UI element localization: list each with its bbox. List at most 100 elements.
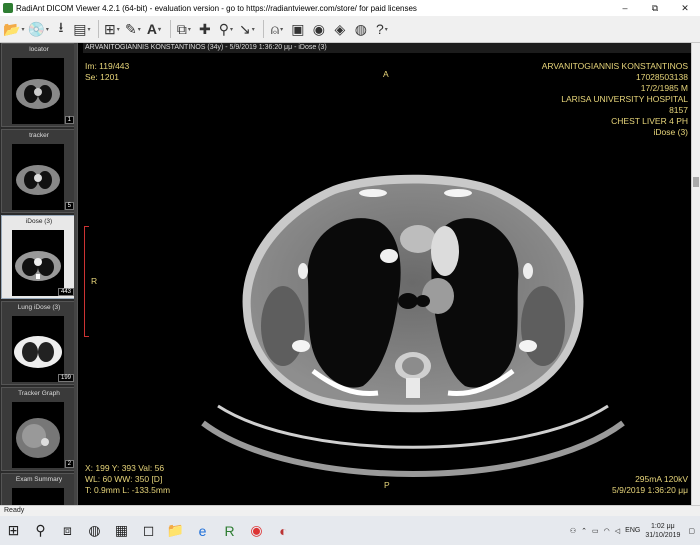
cursor-value: X: 199 Y: 393 Val: 56 bbox=[85, 463, 165, 473]
maximize-button[interactable]: ⧉ bbox=[640, 0, 670, 16]
orientation-right: R bbox=[91, 276, 98, 286]
orientation-anterior: A bbox=[383, 69, 389, 79]
screenshot-icon[interactable]: ▣ bbox=[289, 18, 307, 40]
title-bar: RadiAnt DICOM Viewer 4.2.1 (64-bit) - ev… bbox=[0, 0, 700, 16]
language-indicator[interactable]: ENG bbox=[625, 527, 640, 534]
open-folder-icon[interactable]: 📂 ▾ bbox=[3, 18, 24, 40]
series-number: Se: 1201 bbox=[85, 72, 120, 82]
series-label: iDose (3) bbox=[25, 218, 53, 225]
notification-icon[interactable]: ▢ bbox=[688, 527, 695, 535]
app-icon[interactable]: ◍ bbox=[81, 516, 108, 545]
toolbar-separator bbox=[97, 20, 99, 38]
task-view-icon[interactable]: ⧈ bbox=[54, 516, 81, 545]
crosshair-icon[interactable]: ✚ bbox=[196, 18, 214, 40]
text-icon[interactable]: A ▾ bbox=[145, 18, 163, 40]
search-icon[interactable]: ⚲ bbox=[27, 516, 54, 545]
overlay-bottom-left: X: 199 Y: 393 Val: 56 WL: 60 WW: 350 [D]… bbox=[85, 463, 170, 496]
radiant-app-icon bbox=[3, 3, 13, 13]
patient-name: ARVANITOGIANNIS KONSTANTINOS bbox=[541, 61, 688, 71]
status-bar: Ready bbox=[0, 505, 700, 516]
series-thumbnail[interactable]: tracker 5 bbox=[1, 129, 77, 213]
window-level: WL: 60 WW: 350 [D] bbox=[85, 474, 163, 484]
file-explorer-icon[interactable]: 📁 bbox=[162, 516, 189, 545]
minimize-button[interactable]: – bbox=[610, 0, 640, 16]
image-count-badge: 2 bbox=[64, 460, 74, 468]
overlay-bottom-right: 295mA 120kV 5/9/2019 1:36:20 μμ bbox=[612, 474, 688, 496]
series-label: Exam Summary bbox=[15, 476, 63, 483]
toolbar-separator bbox=[169, 20, 171, 38]
overlay-top-right: ARVANITOGIANNIS KONSTANTINOS 17028503138… bbox=[542, 61, 688, 138]
accession-number: 8157 bbox=[669, 105, 688, 115]
mpr-icon[interactable]: ◉ bbox=[310, 18, 328, 40]
edge-icon[interactable]: e bbox=[189, 516, 216, 545]
image-count-badge: 199 bbox=[57, 374, 74, 382]
clock-time: 1:02 μμ bbox=[651, 522, 675, 530]
series-label: tracker bbox=[29, 132, 49, 139]
image-number: Im: 119/443 bbox=[85, 61, 130, 71]
series-thumbnail[interactable]: Tracker Graph 2 bbox=[1, 387, 77, 471]
series-thumbnail[interactable]: Exam Summary bbox=[1, 473, 77, 505]
series-preview-image bbox=[12, 58, 64, 124]
app-icon[interactable]: ◐ bbox=[270, 516, 297, 545]
series-preview-image bbox=[12, 402, 64, 468]
study-description: CHEST LIVER 4 PH bbox=[611, 116, 688, 126]
window-title: RadiAnt DICOM Viewer 4.2.1 (64-bit) - ev… bbox=[16, 3, 417, 13]
series-thumbnail[interactable]: Lung iDose (3) 199 bbox=[1, 301, 77, 385]
app-icon[interactable]: ◻ bbox=[135, 516, 162, 545]
ct-image bbox=[201, 174, 625, 477]
series-thumbnail[interactable]: locator 1 bbox=[1, 43, 77, 127]
clock[interactable]: 1:02 μμ 31/10/2019 bbox=[645, 522, 680, 540]
download-icon[interactable]: ⭳ bbox=[52, 18, 70, 40]
radiant-taskbar-icon[interactable]: R bbox=[216, 516, 243, 545]
image-count-badge: 1 bbox=[64, 116, 74, 124]
series-icon[interactable]: ⧉ ▾ bbox=[175, 18, 193, 40]
slice-thickness-location: T: 0.9mm L: -133.5mm bbox=[85, 485, 171, 495]
patient-id: 17028503138 bbox=[635, 72, 688, 82]
cd-icon[interactable]: 💿 ▾ bbox=[27, 18, 48, 40]
series-panel-scrollbar[interactable] bbox=[74, 43, 77, 505]
help-icon[interactable]: ? ▾ bbox=[373, 18, 391, 40]
battery-icon[interactable]: ▭ bbox=[592, 527, 599, 535]
system-tray: ⚇ ⌃ ▭ ◠ ◁ ENG 1:02 μμ 31/10/2019 ▢ bbox=[570, 516, 700, 545]
series-label: Lung iDose (3) bbox=[17, 304, 61, 311]
series-preview-image bbox=[12, 230, 64, 296]
series-thumbnail-active[interactable]: iDose (3) 443 bbox=[1, 215, 77, 299]
institution: LARISA UNIVERSITY HOSPITAL bbox=[561, 94, 688, 104]
people-icon[interactable]: ⚇ bbox=[570, 527, 576, 535]
image-viewer[interactable]: ARVANITOGIANNIS KONSTANTINOS (34y) - 5/9… bbox=[83, 43, 691, 505]
start-icon[interactable]: ⊞ bbox=[0, 516, 27, 545]
image-count-badge: 443 bbox=[57, 288, 74, 296]
series-preview-image bbox=[12, 144, 64, 210]
fusion-icon[interactable]: ◍ bbox=[352, 18, 370, 40]
volume-icon[interactable]: ◁ bbox=[615, 527, 620, 535]
tray-chevron-icon[interactable]: ⌃ bbox=[581, 527, 587, 535]
main-toolbar: 📂 ▾ 💿 ▾ ⭳ ▤ ▾ ⊞ ▾ ✎ ▾ A ▾ ⧉ ▾ ✚ ⚲ ▾ ↘ ▾ ⍝ ▾ ▣ ◉ ◈ … bbox=[0, 16, 700, 43]
clock-date: 31/10/2019 bbox=[645, 531, 681, 539]
series-preview-image bbox=[12, 488, 64, 505]
pen-icon[interactable]: ✎ ▾ bbox=[124, 18, 142, 40]
series-label: Tracker Graph bbox=[18, 390, 60, 397]
viewer-vertical-scrollbar[interactable] bbox=[691, 43, 700, 505]
app-icon[interactable]: ▦ bbox=[108, 516, 135, 545]
scrollbar-thumb[interactable] bbox=[693, 177, 699, 187]
chrome-icon[interactable]: ◉ bbox=[243, 516, 270, 545]
3d-icon[interactable]: ◈ bbox=[331, 18, 349, 40]
close-button[interactable]: ✕ bbox=[670, 0, 700, 16]
reference-icon[interactable]: ⍝ ▾ bbox=[268, 18, 286, 40]
exposure-parameters: 295mA 120kV bbox=[635, 474, 688, 484]
acquisition-datetime: 5/9/2019 1:36:20 μμ bbox=[612, 485, 688, 495]
series-label: locator bbox=[29, 46, 49, 53]
scale-ruler bbox=[84, 226, 89, 337]
save-icon[interactable]: ▤ ▾ bbox=[73, 18, 91, 40]
birth-date-sex: 17/2/1985 M bbox=[640, 83, 688, 93]
probe-icon[interactable]: ⚲ ▾ bbox=[217, 18, 235, 40]
viewer-header: ARVANITOGIANNIS KONSTANTINOS (34y) - 5/9… bbox=[83, 43, 691, 53]
windows-taskbar: ⊞ ⚲ ⧈ ◍ ▦ ◻ 📁 e R ◉ ◐ ⚇ ⌃ ▭ ◠ ◁ ENG 1:02… bbox=[0, 516, 700, 545]
overlay-top-left: Im: 119/443 Se: 1201 bbox=[85, 61, 129, 83]
series-preview-image bbox=[12, 316, 64, 382]
layout-icon[interactable]: ⊞ ▾ bbox=[103, 18, 121, 40]
toolbar-separator bbox=[262, 20, 264, 38]
network-icon[interactable]: ◠ bbox=[604, 527, 610, 535]
series-panel: locator 1 tracker 5 iDose (3) 443 Lung i… bbox=[0, 43, 78, 505]
ruler-icon[interactable]: ↘ ▾ bbox=[238, 18, 256, 40]
